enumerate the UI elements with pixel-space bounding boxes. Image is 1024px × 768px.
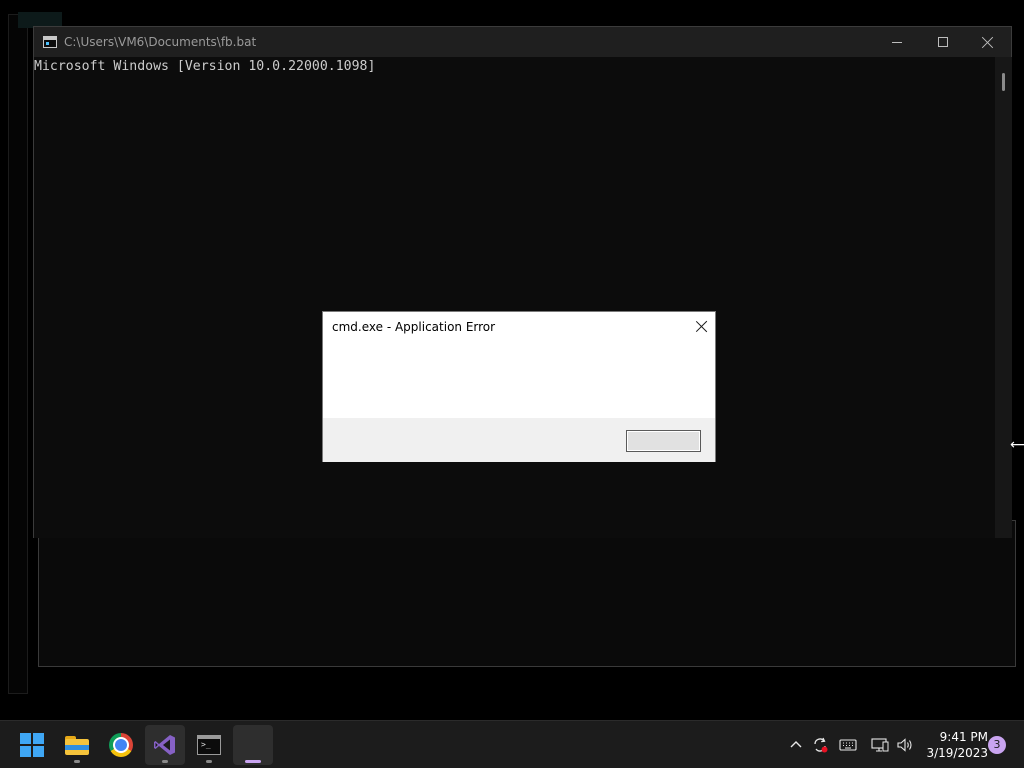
sync-icon[interactable] bbox=[810, 735, 830, 755]
maximize-button[interactable] bbox=[920, 27, 966, 57]
taskbar-visual-studio[interactable] bbox=[145, 725, 185, 765]
notification-badge[interactable]: 3 bbox=[988, 736, 1006, 754]
taskbar-blank-app[interactable] bbox=[233, 725, 273, 765]
running-indicator bbox=[162, 760, 168, 763]
minimize-icon bbox=[892, 41, 902, 43]
clock-date: 3/19/2023 bbox=[926, 746, 988, 760]
console-scrollbar[interactable] bbox=[995, 57, 1012, 538]
clock-time: 9:41 PM bbox=[939, 730, 988, 744]
console-title: C:\Users\VM6\Documents\fb.bat bbox=[64, 35, 257, 49]
start-button[interactable] bbox=[12, 725, 52, 765]
application-error-dialog[interactable]: cmd.exe - Application Error bbox=[322, 311, 716, 462]
running-indicator bbox=[206, 760, 212, 763]
minimize-button[interactable] bbox=[874, 27, 920, 57]
close-icon bbox=[982, 36, 994, 48]
scrollbar-thumb[interactable] bbox=[1002, 73, 1005, 91]
network-icon[interactable] bbox=[870, 735, 890, 755]
system-clock[interactable]: 9:41 PM 3/19/2023 bbox=[920, 729, 988, 761]
windows-start-icon bbox=[20, 733, 44, 757]
dialog-close-button[interactable] bbox=[690, 315, 714, 337]
running-indicator bbox=[74, 760, 80, 763]
dialog-footer bbox=[323, 418, 715, 462]
console-output[interactable]: Microsoft Windows [Version 10.0.22000.10… bbox=[34, 57, 995, 538]
close-icon bbox=[696, 320, 708, 332]
taskbar-file-explorer[interactable] bbox=[57, 725, 97, 765]
active-indicator bbox=[245, 760, 261, 763]
taskbar-chrome[interactable] bbox=[101, 725, 141, 765]
chrome-icon bbox=[109, 733, 133, 757]
volume-icon[interactable] bbox=[895, 735, 915, 755]
folder-icon bbox=[65, 735, 89, 755]
keyboard-icon[interactable] bbox=[838, 735, 858, 755]
chevron-up-icon[interactable] bbox=[786, 735, 806, 755]
close-button[interactable] bbox=[965, 27, 1011, 57]
background-window[interactable] bbox=[38, 520, 1016, 667]
taskbar: 9:41 PM 3/19/2023 3 bbox=[0, 720, 1024, 768]
maximize-icon bbox=[938, 37, 948, 47]
console-titlebar[interactable]: C:\Users\VM6\Documents\fb.bat bbox=[34, 27, 1011, 57]
desktop: C:\Users\VM6\Documents\fb.bat Microsoft … bbox=[0, 0, 1024, 720]
dialog-title: cmd.exe - Application Error bbox=[332, 320, 496, 334]
background-window-edge bbox=[8, 14, 28, 694]
visual-studio-icon bbox=[153, 733, 177, 757]
console-app-icon bbox=[43, 36, 57, 48]
dialog-ok-button[interactable] bbox=[626, 430, 701, 452]
cmd-icon bbox=[197, 735, 221, 755]
blank-icon bbox=[241, 733, 265, 757]
console-line: Microsoft Windows [Version 10.0.22000.10… bbox=[34, 59, 376, 74]
taskbar-command-prompt[interactable] bbox=[189, 725, 229, 765]
resize-cursor-icon: ⟷ bbox=[1010, 437, 1024, 453]
